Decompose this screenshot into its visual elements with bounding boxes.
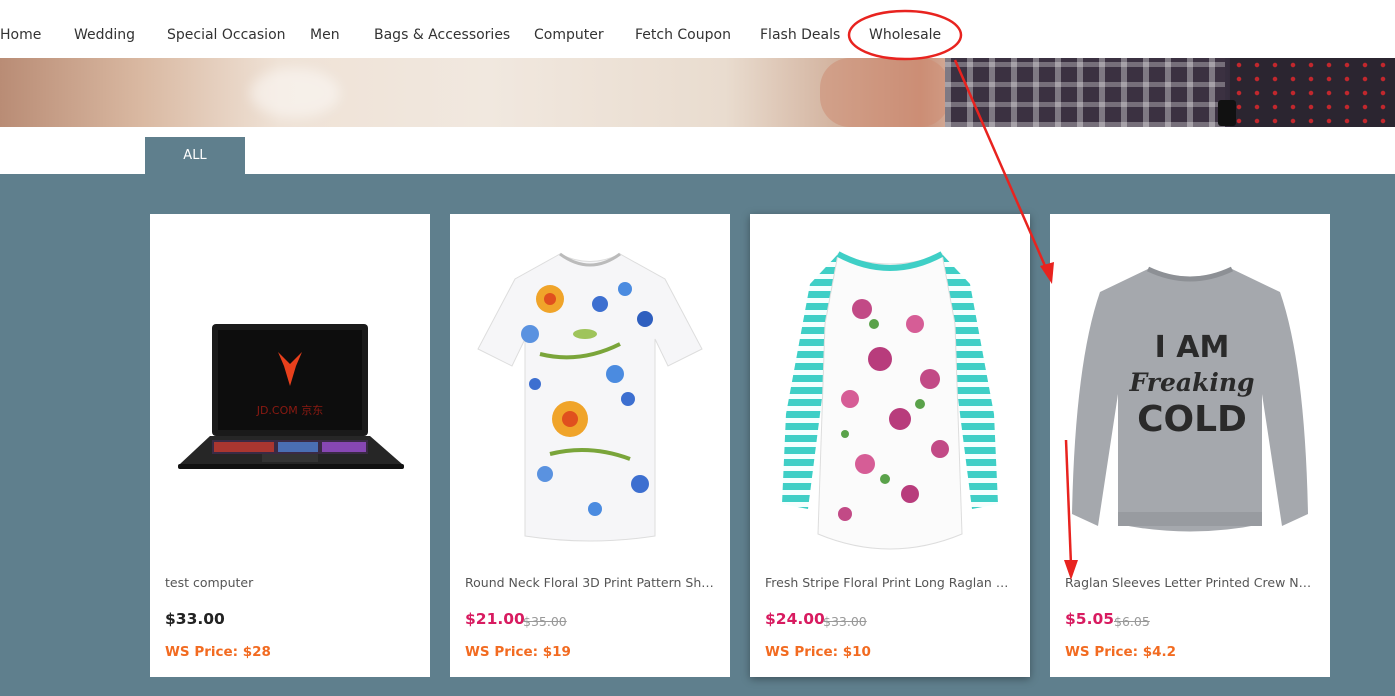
ws-price: WS Price: $19 (465, 644, 571, 660)
nav-item-wholesale[interactable]: Wholesale (869, 27, 941, 43)
floral-tshirt-image (477, 252, 703, 542)
hero-decor (820, 58, 950, 127)
product-price: $5.05 (1065, 610, 1115, 628)
striped-floral-top-image (782, 251, 998, 550)
svg-text:Freaking: Freaking (1128, 368, 1254, 397)
svg-text:JD.COM 京东: JD.COM 京东 (256, 403, 324, 417)
product-old-price: $35.00 (523, 614, 567, 629)
nav-item-men[interactable]: Men (310, 27, 340, 43)
nav-item-computer[interactable]: Computer (534, 27, 604, 43)
tab-all[interactable]: ALL (145, 137, 245, 174)
ws-price: WS Price: $28 (165, 644, 271, 660)
hero-dotted-fabric (1230, 58, 1395, 127)
product-price: $24.00 (765, 610, 825, 628)
nav-item-fetch-coupon[interactable]: Fetch Coupon (635, 27, 731, 43)
product-old-price: $33.00 (823, 614, 867, 629)
hero-watch (1218, 100, 1236, 126)
svg-text:I AM: I AM (1155, 330, 1230, 365)
product-card[interactable]: I AM Freaking COLD Raglan Sleeves Letter… (1050, 214, 1330, 677)
laptop-image: JD.COM 京东 (178, 324, 404, 469)
nav-item-flash-deals[interactable]: Flash Deals (760, 27, 840, 43)
tab-row: ALL (0, 127, 1395, 174)
product-old-price: $6.05 (1114, 614, 1150, 629)
top-nav: Home Wedding Special Occasion Men Bags &… (0, 0, 1395, 58)
product-price: $21.00 (465, 610, 525, 628)
hero-banner (0, 58, 1395, 127)
product-title[interactable]: Round Neck Floral 3D Print Pattern Sho..… (465, 575, 715, 590)
nav-item-home[interactable]: Home (0, 27, 41, 43)
product-title[interactable]: Fresh Stripe Floral Print Long Raglan Sl… (765, 575, 1015, 590)
nav-item-wedding[interactable]: Wedding (74, 27, 135, 43)
ws-price: WS Price: $10 (765, 644, 871, 660)
nav-item-special-occasion[interactable]: Special Occasion (167, 27, 286, 43)
sweatshirt-image: I AM Freaking COLD (1072, 266, 1308, 532)
ws-price: WS Price: $4.2 (1065, 644, 1177, 660)
hero-decor (250, 68, 340, 118)
product-card[interactable]: Round Neck Floral 3D Print Pattern Sho..… (450, 214, 730, 677)
product-price: $33.00 (165, 610, 225, 628)
product-card[interactable]: Fresh Stripe Floral Print Long Raglan Sl… (750, 214, 1030, 677)
product-card[interactable]: JD.COM 京东 test computer $33.00 WS Price:… (150, 214, 430, 677)
product-title[interactable]: test computer (165, 575, 415, 590)
svg-text:COLD: COLD (1137, 399, 1247, 440)
product-title[interactable]: Raglan Sleeves Letter Printed Crew Nec..… (1065, 575, 1315, 590)
hero-plaid-shirt (945, 58, 1225, 127)
nav-item-bags-accessories[interactable]: Bags & Accessories (374, 27, 510, 43)
product-grid: JD.COM 京东 test computer $33.00 WS Price:… (0, 174, 1395, 696)
